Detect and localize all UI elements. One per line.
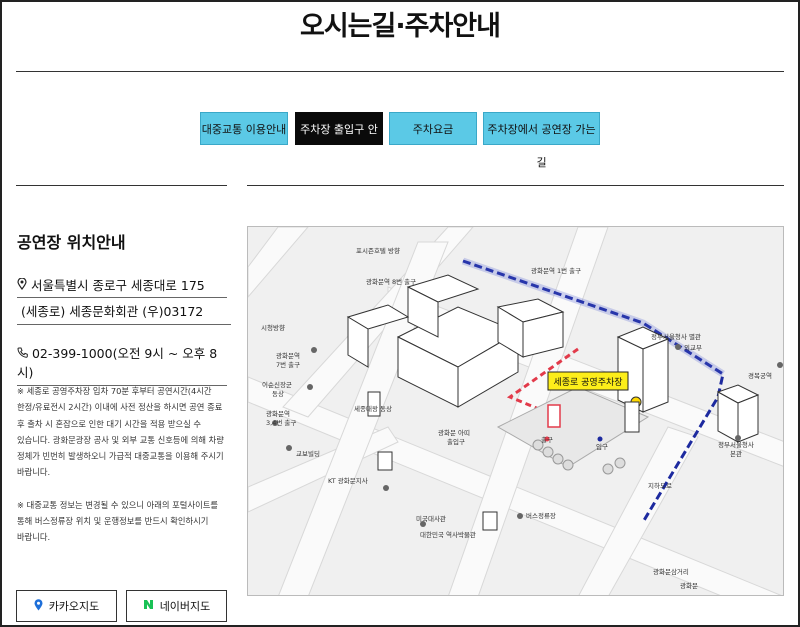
parking-callout: 세종로 공영주차장: [553, 376, 622, 388]
address-line-2: (세종로) 세종문화회관 (우)03172: [17, 301, 231, 325]
map-label: 동상: [272, 389, 284, 398]
left-divider: [16, 185, 227, 186]
map-label: KT 광화문지사: [328, 476, 368, 485]
notice-spacer: [17, 481, 225, 497]
phone-row: 02-399-1000(오전 9시 ~ 오후 8시): [17, 343, 227, 386]
map-label: 출구: [541, 435, 553, 444]
map-illustration: 세종로 공영주차장 포시즌호텔 방향 광화문역 1번 출구 광화문역 8번 출구…: [248, 227, 783, 595]
naver-logo-icon: [142, 599, 154, 613]
map-label: 광화문역 8번 출구: [366, 277, 416, 286]
address-line-1: 서울특별시 종로구 세종대로 175: [30, 278, 205, 293]
title-divider: [16, 71, 784, 72]
map-label: 경복궁역: [748, 371, 772, 380]
map-label: 출입구: [447, 437, 465, 446]
notice-line: 한정/유료전시 2시간) 이내에 사전 정산을 하시면 공연 종료: [17, 402, 223, 413]
map-label: 교보빌딩: [296, 449, 320, 458]
kakao-map-label: 카카오지도: [48, 600, 100, 613]
kakao-pin-icon: [34, 598, 43, 614]
page-title: 오시는길·주차안내: [300, 11, 501, 42]
notice-line: ※ 대중교통 정보는 변경될 수 있으니 아래의 포털사이트를: [17, 499, 218, 510]
notice-text: ※ 세종로 공영주차장 입차 70분 후부터 공연시간(4시간 한정/유료전시 …: [17, 383, 225, 546]
naver-map-button[interactable]: 네이버지도: [126, 590, 227, 622]
map-label: 광화문삼거리: [653, 567, 689, 576]
notice-line: 정체가 빈번히 발생하오니 가급적 대중교통을 이용해 주시기: [17, 451, 224, 462]
map-label: 대한민국 역사박물관: [420, 530, 476, 539]
map-label: 버스정류장: [526, 511, 556, 520]
kakao-map-button[interactable]: 카카오지도: [16, 590, 117, 622]
tab-parking-entrance[interactable]: 주차장 출입구 안내: [295, 112, 383, 169]
map-label: 포시즌호텔 방향: [356, 246, 400, 255]
map-label: 7번 출구: [276, 360, 300, 369]
notice-line: 있습니다. 광화문광장 공사 및 외부 교통 신호등에 의해 차량: [17, 434, 224, 445]
map-label: 미국대사관: [416, 514, 446, 523]
notice-line: ※ 세종로 공영주차장 입차 70분 후부터 공연시간(4시간: [17, 386, 212, 396]
address-row: 서울특별시 종로구 세종대로 175: [17, 275, 227, 298]
map-label: 지하도로: [648, 481, 672, 490]
map-label: 광화문역 1번 출구: [531, 266, 581, 275]
map-label: 이순신장군: [262, 380, 292, 389]
section-title: 공연장 위치안내: [17, 233, 126, 252]
tab-parking-fee[interactable]: 주차요금: [389, 112, 477, 145]
map-label: 정부서울청사: [718, 440, 754, 449]
tab-public-transport[interactable]: 대중교통 이용안내: [200, 112, 288, 145]
notice-line: 후 출차 시 혼잡으로 인한 대기 시간을 적용 받으실 수: [17, 418, 202, 429]
map-label: 3,4번 출구: [266, 418, 296, 427]
map-label: 입구: [596, 443, 608, 451]
map-label: 광화문: [680, 582, 698, 590]
map-label: 광화문역: [276, 351, 300, 360]
notice-line: 바랍니다.: [17, 532, 51, 543]
tab-parking-to-venue[interactable]: 주차장에서 공연장 가는 길: [483, 112, 600, 169]
phone-icon: [17, 346, 28, 361]
map-label: 세종대왕 동상: [354, 404, 392, 413]
right-divider: [247, 185, 784, 186]
map-label: 정부서울청사 별관: [651, 332, 701, 341]
map-label: 시청방향: [261, 323, 285, 332]
map-label: 본관: [730, 449, 742, 458]
naver-map-label: 네이버지도: [159, 600, 211, 613]
notice-line: 바랍니다.: [17, 467, 51, 478]
map-label: 광화문 아띠: [438, 428, 470, 437]
map-label: 외교부: [684, 344, 702, 352]
notice-line: 통해 버스정류장 위치 및 운행정보를 반드시 확인하시기: [17, 516, 209, 527]
map-pin-icon: [17, 277, 27, 293]
location-map: 세종로 공영주차장 포시즌호텔 방향 광화문역 1번 출구 광화문역 8번 출구…: [247, 226, 784, 596]
map-label: 광화문역: [266, 409, 290, 418]
phone-number: 02-399-1000(오전 9시 ~ 오후 8시): [17, 346, 218, 380]
